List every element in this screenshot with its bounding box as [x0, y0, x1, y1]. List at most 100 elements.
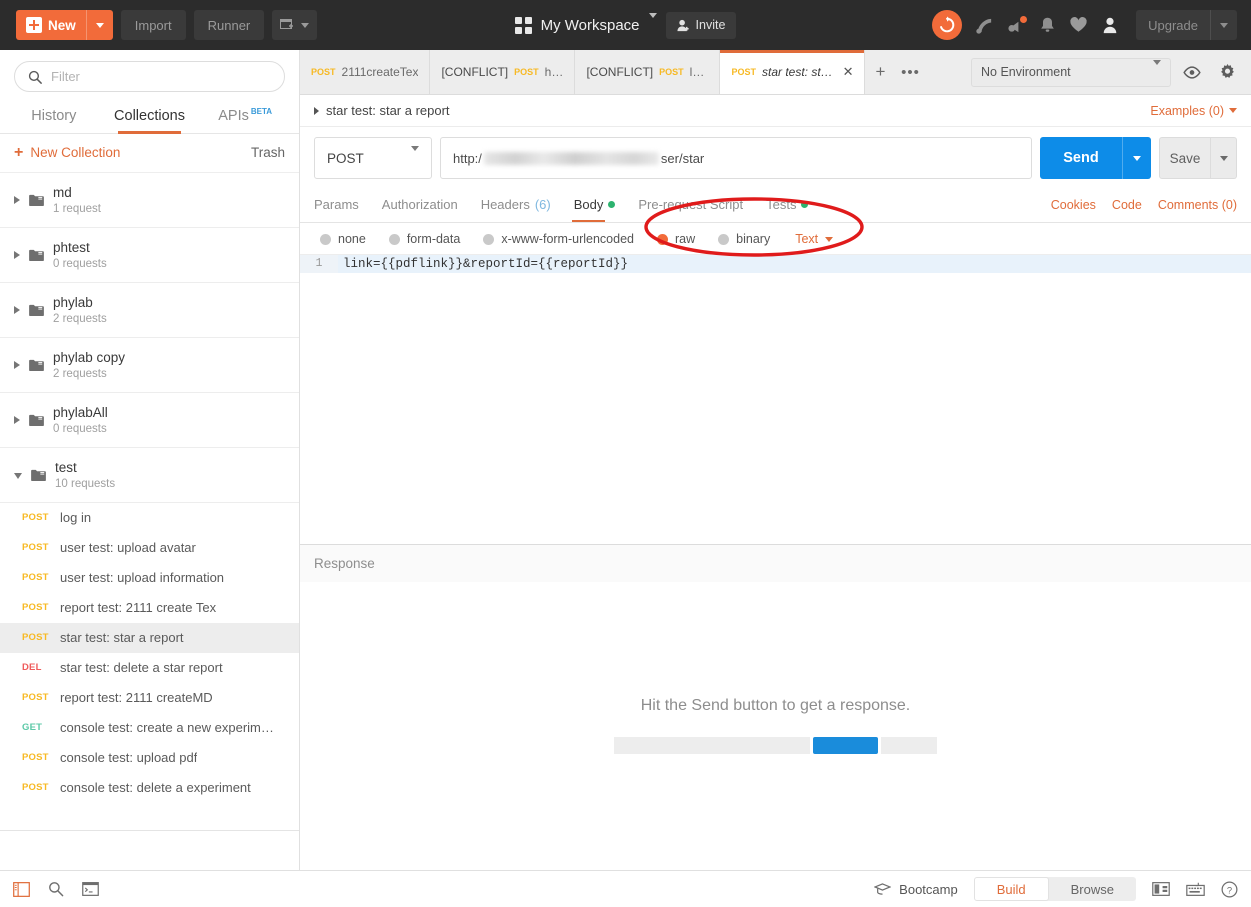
collection-row[interactable]: phylab copy 2 requests	[0, 338, 299, 393]
chevron-right-icon[interactable]	[14, 250, 20, 259]
list-item[interactable]: GET console test: create a new experim…	[0, 713, 299, 743]
collection-row[interactable]: phtest 0 requests	[0, 228, 299, 283]
send-options-caret[interactable]	[1122, 137, 1151, 179]
upgrade-button[interactable]: Upgrade	[1136, 10, 1237, 40]
new-button-label: New	[48, 17, 76, 33]
editor-empty-space[interactable]	[300, 273, 1251, 544]
collection-row[interactable]: md 1 request	[0, 173, 299, 228]
cookies-link[interactable]: Cookies	[1051, 198, 1096, 212]
tab-tests[interactable]: Tests	[766, 187, 809, 222]
examples-dropdown[interactable]: Examples (0)	[1150, 104, 1237, 118]
save-options-caret[interactable]	[1211, 137, 1237, 179]
breadcrumb-title-group[interactable]: star test: star a report	[314, 103, 450, 118]
notification-badge	[1019, 14, 1029, 24]
settings-button[interactable]	[1213, 58, 1241, 86]
keyboard-shortcuts-icon[interactable]	[1186, 882, 1205, 896]
url-input[interactable]: http:/ ser/star	[440, 137, 1032, 179]
request-tab-active[interactable]: POST star test: star a ✕	[720, 50, 866, 94]
new-tab-button[interactable]: +	[865, 50, 895, 94]
list-item-selected[interactable]: POST star test: star a report	[0, 622, 299, 653]
body-option-form-data[interactable]: form-data	[388, 232, 460, 246]
filter-box[interactable]	[14, 61, 285, 92]
tab-body[interactable]: Body	[571, 187, 616, 222]
tab-params[interactable]: Params	[314, 187, 359, 222]
save-button[interactable]: Save	[1159, 137, 1211, 179]
code-link[interactable]: Code	[1112, 198, 1142, 212]
list-item[interactable]: POST user test: upload information	[0, 563, 299, 593]
console-icon[interactable]	[82, 882, 99, 896]
notifications-megaphone-icon[interactable]	[1007, 14, 1029, 35]
close-icon[interactable]: ✕	[843, 64, 854, 80]
bootcamp-button[interactable]: Bootcamp	[874, 882, 958, 897]
request-tab[interactable]: [CONFLICT] POST log in	[575, 50, 721, 94]
tab-conflict-label: [CONFLICT]	[441, 65, 509, 79]
tab-headers[interactable]: Headers (6)	[481, 187, 551, 222]
body-format-select[interactable]: Text	[795, 232, 834, 246]
chevron-right-icon[interactable]	[14, 360, 20, 369]
import-button[interactable]: Import	[120, 10, 186, 40]
body-editor[interactable]: 1 link={{pdflink}}&reportId={{reportId}}	[300, 254, 1251, 544]
body-option-raw[interactable]: raw	[657, 232, 695, 246]
chevron-right-icon[interactable]	[14, 415, 20, 424]
list-item[interactable]: POST console test: delete a experiment	[0, 773, 299, 803]
body-option-none[interactable]: none	[320, 232, 366, 246]
request-method: POST	[22, 692, 49, 704]
request-tab[interactable]: POST 2111createTex	[300, 50, 431, 94]
runner-button[interactable]: Runner	[193, 10, 265, 40]
comments-link[interactable]: Comments (0)	[1158, 198, 1237, 212]
folder-icon	[31, 469, 46, 481]
tab-authorization[interactable]: Authorization	[382, 187, 458, 222]
workspace-name[interactable]: My Workspace	[541, 17, 640, 34]
chevron-down-icon[interactable]	[14, 472, 22, 479]
collection-row-expanded[interactable]: test 10 requests	[0, 448, 299, 503]
new-button[interactable]: New	[16, 10, 113, 40]
body-option-urlencoded[interactable]: x-www-form-urlencoded	[483, 232, 634, 246]
tab-history[interactable]: History	[6, 102, 102, 133]
chevron-right-icon[interactable]	[14, 305, 20, 314]
satellite-icon[interactable]	[975, 16, 994, 35]
list-item[interactable]: POST report test: 2111 create Tex	[0, 593, 299, 623]
beta-badge: BETA	[250, 107, 273, 116]
list-item[interactable]: POST console test: upload pdf	[0, 743, 299, 773]
new-dropdown-caret[interactable]	[85, 10, 113, 40]
list-item[interactable]: POST report test: 2111 createMD	[0, 683, 299, 713]
list-item[interactable]: POST user test: upload avatar	[0, 533, 299, 563]
request-tab[interactable]: [CONFLICT] POST http://4	[430, 50, 576, 94]
editor-line[interactable]: 1 link={{pdflink}}&reportId={{reportId}}	[300, 255, 1251, 273]
build-tab[interactable]: Build	[973, 877, 1049, 901]
bell-icon[interactable]	[1039, 16, 1056, 34]
new-collection-button[interactable]: + New Collection	[14, 144, 120, 161]
heart-icon[interactable]	[1069, 16, 1088, 34]
response-header: Response	[300, 543, 1251, 582]
environment-quick-look-button[interactable]	[1178, 58, 1206, 86]
list-item[interactable]: DEL star test: delete a star report	[0, 653, 299, 683]
help-icon[interactable]: ?	[1221, 881, 1238, 898]
search-input[interactable]	[51, 69, 271, 84]
tab-apis[interactable]: APIs BETA	[197, 101, 293, 133]
send-button[interactable]: Send	[1040, 137, 1122, 179]
question-circle-glyph: ?	[1221, 881, 1238, 897]
two-pane-view-icon[interactable]	[1152, 882, 1170, 896]
chevron-right-icon[interactable]	[14, 195, 20, 204]
collection-row[interactable]: phylabAll 0 requests	[0, 393, 299, 448]
workspace-caret-icon[interactable]	[648, 12, 657, 33]
list-item[interactable]: POST log in	[0, 503, 299, 533]
body-option-binary[interactable]: binary	[718, 232, 770, 246]
collection-row[interactable]: phylab 2 requests	[0, 283, 299, 338]
tab-pre-request-script[interactable]: Pre-request Script	[638, 187, 743, 222]
environment-select[interactable]: No Environment	[971, 57, 1171, 87]
radio-icon-selected	[657, 233, 668, 245]
browse-tab[interactable]: Browse	[1049, 877, 1136, 901]
tab-collections[interactable]: Collections	[102, 102, 198, 134]
chevron-right-icon[interactable]	[314, 106, 319, 115]
find-icon[interactable]	[48, 881, 64, 897]
trash-button[interactable]: Trash	[251, 145, 285, 160]
invite-button[interactable]: Invite	[665, 11, 737, 39]
sidebar-toggle-icon[interactable]	[13, 881, 30, 897]
new-window-button[interactable]	[272, 10, 318, 40]
upgrade-caret-icon[interactable]	[1210, 10, 1237, 40]
account-avatar-icon[interactable]	[1101, 16, 1119, 34]
sync-button[interactable]	[932, 10, 963, 40]
tab-options-icon[interactable]: •••	[895, 50, 925, 94]
http-method-select[interactable]: POST	[314, 137, 432, 179]
